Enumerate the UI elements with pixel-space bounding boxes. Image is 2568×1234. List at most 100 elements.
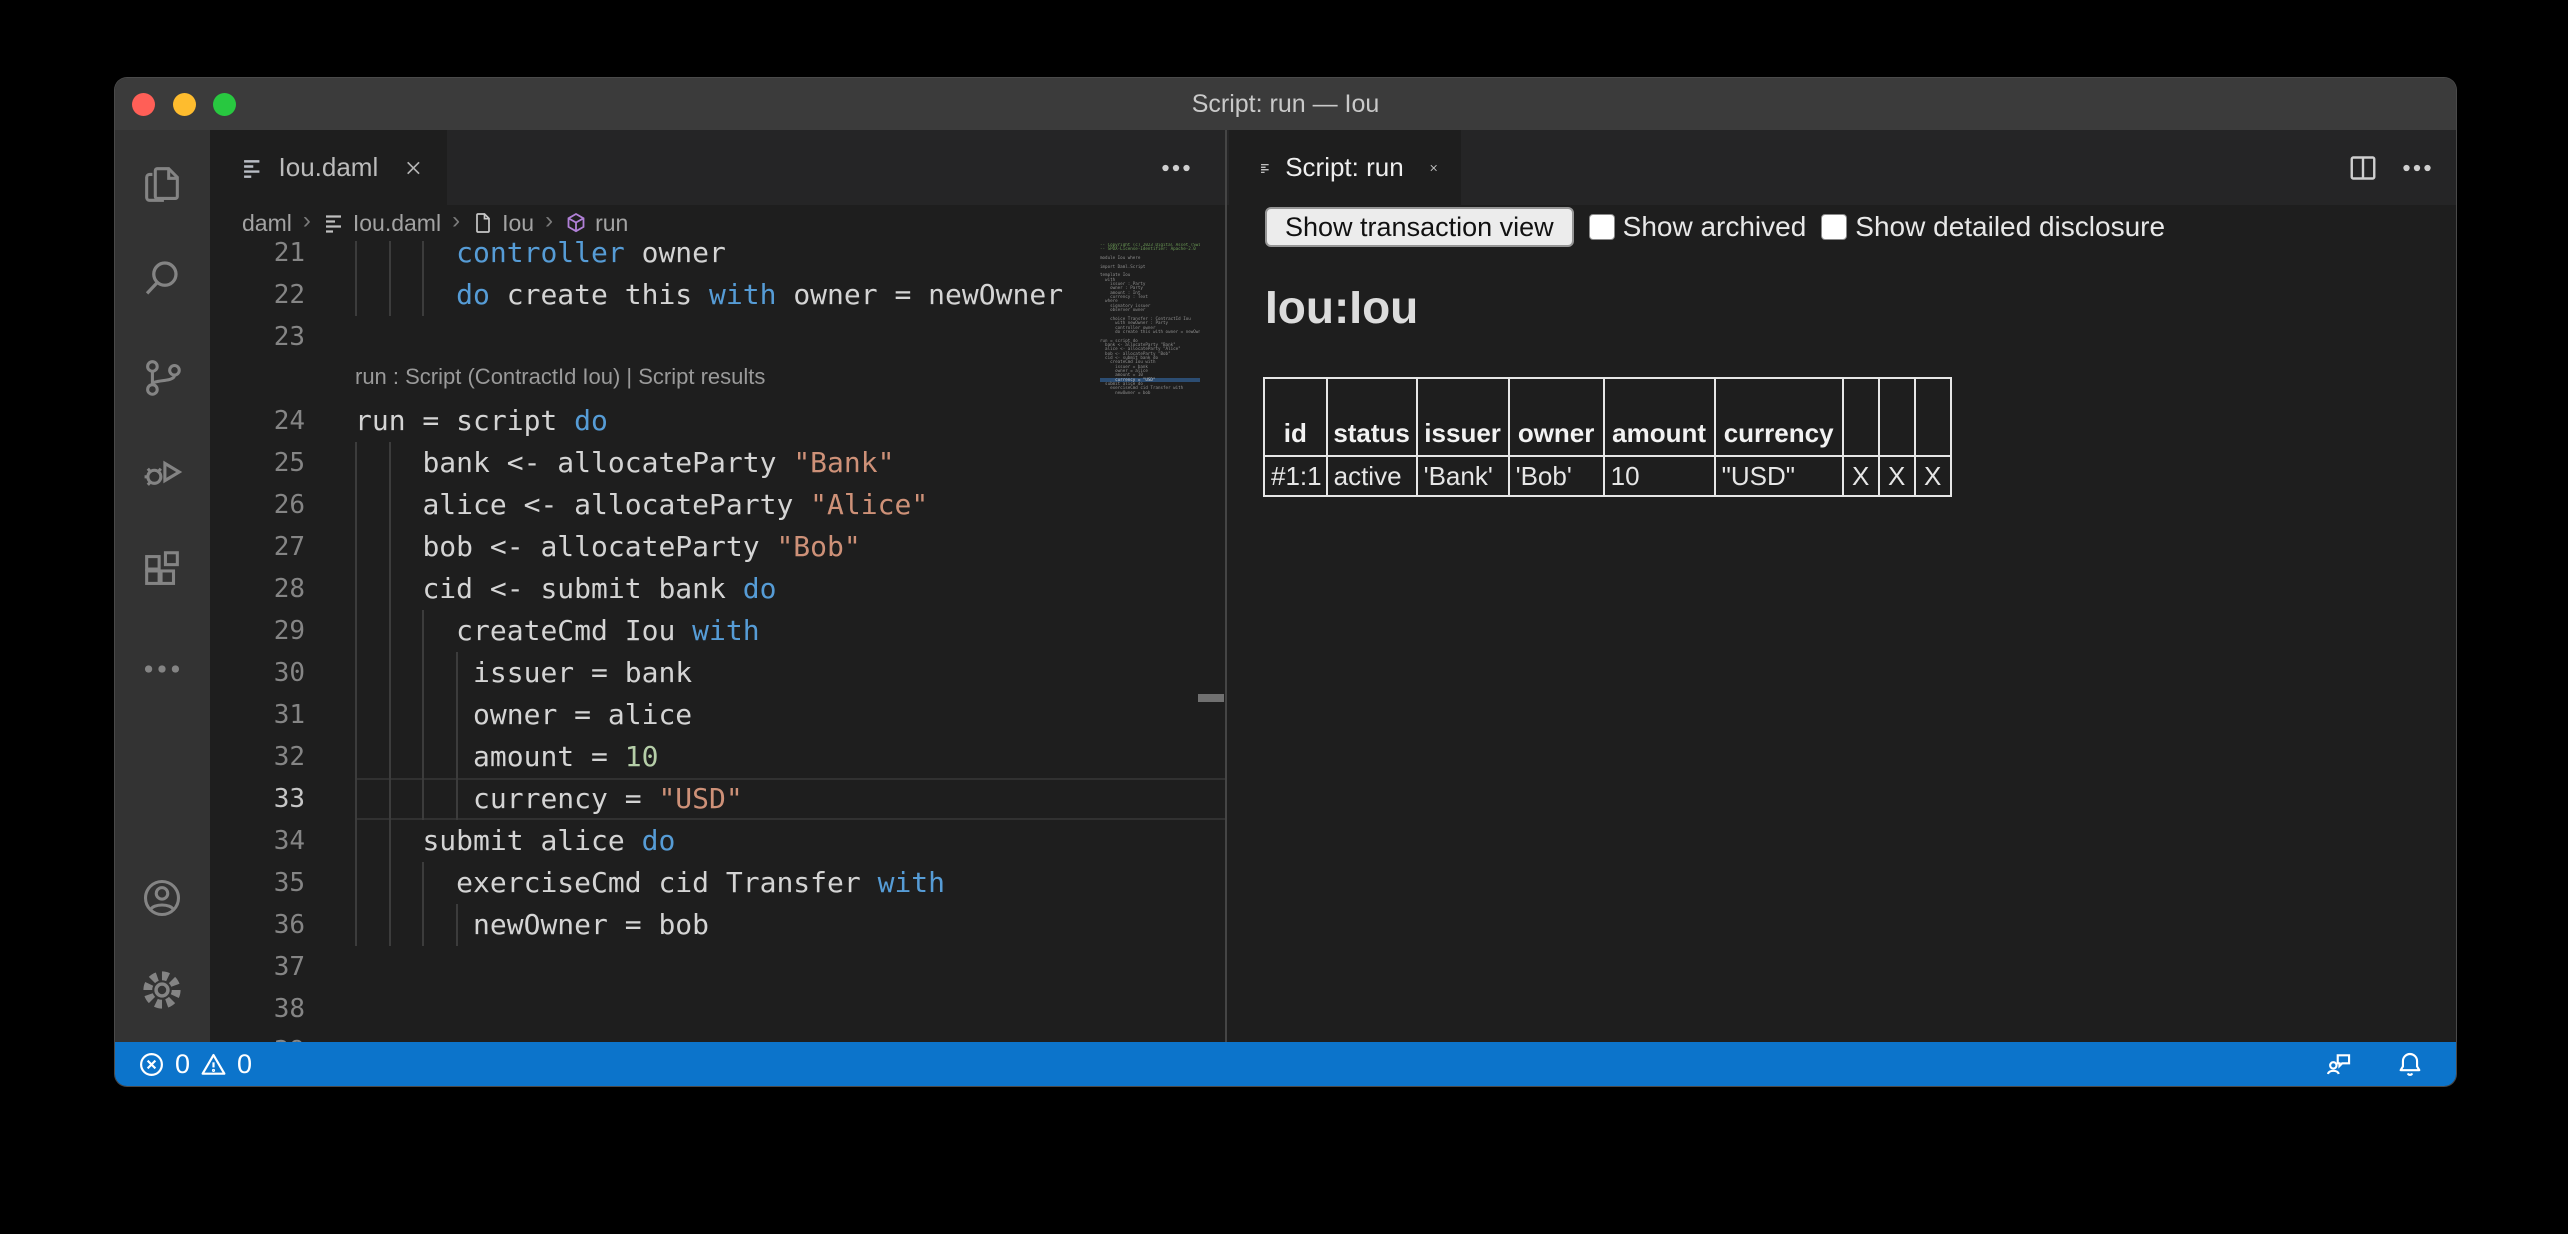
line-number: 28 bbox=[210, 568, 305, 610]
daml-file-icon bbox=[240, 154, 265, 182]
breadcrumb-separator: › bbox=[301, 207, 313, 239]
minimap-line: newOwner = bob bbox=[1100, 391, 1200, 395]
line-number: 33 bbox=[210, 778, 305, 820]
column-header-owner: owner bbox=[1509, 378, 1604, 456]
code-line-text: issuer = bank bbox=[355, 652, 692, 694]
line-number: 27 bbox=[210, 526, 305, 568]
breadcrumb: daml›Iou.daml›Iou›run bbox=[210, 205, 1225, 241]
line-number: 25 bbox=[210, 442, 305, 484]
more-editor-actions-icon[interactable] bbox=[1158, 150, 1194, 186]
code-line: 23 bbox=[210, 316, 1225, 358]
settings-gear-icon[interactable] bbox=[139, 967, 185, 1013]
feedback-icon[interactable] bbox=[2322, 1048, 2354, 1080]
line-number: 35 bbox=[210, 862, 305, 904]
tab-script-run[interactable]: Script: run bbox=[1229, 130, 1461, 205]
more-panel-actions-icon[interactable] bbox=[2399, 150, 2435, 186]
problems-status[interactable]: 0 0 bbox=[115, 1049, 252, 1080]
code-line-text: owner = alice bbox=[355, 694, 692, 736]
code-line-text: bob <- allocateParty "Bob" bbox=[355, 526, 861, 568]
code-line-text: run = script do bbox=[355, 400, 608, 442]
script-view-controls: Show transaction view Show archived Show… bbox=[1265, 207, 2165, 247]
breadcrumb-item-iou-daml[interactable]: Iou.daml bbox=[322, 210, 441, 237]
title-bar: Script: run — Iou bbox=[115, 78, 2456, 130]
code-line: 27 bob <- allocateParty "Bob" bbox=[210, 526, 1225, 568]
code-line: 21 controller owner bbox=[210, 241, 1225, 274]
show-archived-label: Show archived bbox=[1623, 211, 1807, 243]
code-editor[interactable]: 21 controller owner 22 do create this with … bbox=[210, 241, 1225, 1042]
line-number: 24 bbox=[210, 400, 305, 442]
breadcrumb-label: Iou.daml bbox=[353, 210, 441, 237]
close-tab-icon[interactable] bbox=[1428, 155, 1439, 181]
line-number: 31 bbox=[210, 694, 305, 736]
webview-list-icon bbox=[1259, 154, 1271, 182]
code-line: 26alice <- allocateParty "Alice" bbox=[210, 484, 1225, 526]
breadcrumb-separator: › bbox=[450, 207, 462, 239]
line-number: 37 bbox=[210, 946, 305, 988]
source-control-icon[interactable] bbox=[139, 354, 185, 400]
breadcrumb-item-iou[interactable]: Iou bbox=[471, 210, 534, 237]
minimap-line: do create this with owner = newOwner bbox=[1100, 330, 1200, 334]
tab-iou-daml[interactable]: Iou.daml bbox=[210, 130, 447, 205]
breadcrumb-item-daml[interactable]: daml bbox=[242, 210, 292, 237]
show-detailed-disclosure-label: Show detailed disclosure bbox=[1855, 211, 2165, 243]
contract-cell: "USD" bbox=[1715, 456, 1843, 496]
line-number: 22 bbox=[210, 274, 305, 316]
scrollbar-marker[interactable] bbox=[1198, 694, 1224, 702]
status-bar-right bbox=[2322, 1048, 2426, 1080]
code-lens[interactable]: run : Script (ContractId Iou) | Script r… bbox=[355, 364, 765, 390]
accounts-icon[interactable] bbox=[139, 875, 185, 921]
line-number: 21 bbox=[210, 241, 305, 274]
activity-bar bbox=[115, 130, 210, 1042]
code-line: 32amount = 10 bbox=[210, 736, 1225, 778]
close-tab-icon[interactable] bbox=[402, 155, 425, 181]
split-editor-icon[interactable] bbox=[2345, 150, 2381, 186]
tab-label: Iou.daml bbox=[279, 152, 379, 183]
warning-count: 0 bbox=[237, 1049, 252, 1080]
run-debug-icon[interactable] bbox=[139, 449, 185, 495]
column-header-amount: amount bbox=[1604, 378, 1715, 456]
show-archived-checkbox[interactable] bbox=[1589, 214, 1615, 240]
code-line: 28 cid <- submit bank do bbox=[210, 568, 1225, 610]
breadcrumb-item-run[interactable]: run bbox=[564, 210, 628, 237]
minimap[interactable]: -- Copyright (c) 2023 Digital Asset (Swi… bbox=[1100, 243, 1200, 943]
line-number: 36 bbox=[210, 904, 305, 946]
line-number: 26 bbox=[210, 484, 305, 526]
line-number: 32 bbox=[210, 736, 305, 778]
code-line-text: controller owner bbox=[355, 241, 726, 274]
line-number: 39 bbox=[210, 1030, 305, 1042]
breadcrumb-label: daml bbox=[242, 210, 292, 237]
symbol-namespace-cube-icon bbox=[564, 211, 588, 235]
contract-cell: 'Bank' bbox=[1417, 456, 1509, 496]
code-line: 25 bank <- allocateParty "Bank" bbox=[210, 442, 1225, 484]
code-line-text: exerciseCmd cid Transfer with bbox=[355, 862, 945, 904]
panel-tab-bar: Script: run bbox=[1227, 130, 2456, 205]
window-title: Script: run — Iou bbox=[115, 90, 2456, 119]
code-line: 29createCmd Iou with bbox=[210, 610, 1225, 652]
column-header-currency: currency bbox=[1715, 378, 1843, 456]
explorer-icon[interactable] bbox=[139, 162, 185, 208]
contract-results-table: idstatusissuerowneramountcurrencyAliceBa… bbox=[1263, 377, 1952, 497]
show-transaction-view-button[interactable]: Show transaction view bbox=[1265, 207, 1574, 247]
notifications-bell-icon[interactable] bbox=[2394, 1048, 2426, 1080]
daml-file-icon bbox=[322, 211, 346, 235]
code-line-text: currency = "USD" bbox=[355, 778, 743, 820]
line-number: 23 bbox=[210, 316, 305, 358]
code-lens-row: run : Script (ContractId Iou) | Script r… bbox=[210, 358, 1225, 400]
vscode-window: Script: run — Iou bbox=[115, 78, 2456, 1086]
code-line: 24 run = script do bbox=[210, 400, 1225, 442]
code-line-text: newOwner = bob bbox=[355, 904, 709, 946]
code-line-text: do create this with owner = newOwner bbox=[355, 274, 1063, 316]
code-line: 33 currency = "USD" bbox=[210, 778, 1225, 820]
contract-cell: 10 bbox=[1604, 456, 1715, 496]
extensions-icon[interactable] bbox=[139, 547, 185, 593]
more-actions-icon[interactable] bbox=[139, 646, 185, 692]
breadcrumb-label: run bbox=[595, 210, 628, 237]
party-column-header-alice: Alice bbox=[1843, 378, 1879, 456]
code-line-text: bank <- allocateParty "Bank" bbox=[355, 442, 894, 484]
error-count: 0 bbox=[175, 1049, 190, 1080]
search-icon[interactable] bbox=[139, 255, 185, 301]
line-number: 30 bbox=[210, 652, 305, 694]
code-line-text: cid <- submit bank do bbox=[355, 568, 776, 610]
show-detailed-disclosure-checkbox[interactable] bbox=[1821, 214, 1847, 240]
editor-actions bbox=[1158, 150, 1194, 186]
